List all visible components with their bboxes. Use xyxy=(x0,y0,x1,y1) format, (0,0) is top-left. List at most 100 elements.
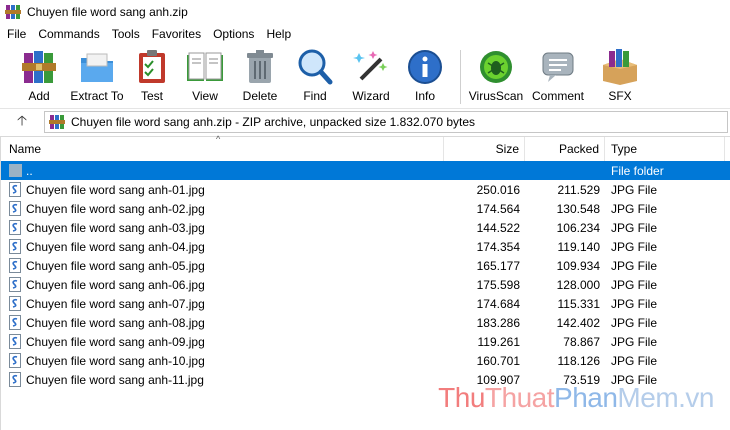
view-button[interactable]: View xyxy=(174,48,236,104)
find-icon xyxy=(296,48,334,86)
cell-name: .. xyxy=(1,161,444,180)
wizard-icon xyxy=(352,48,390,86)
table-row[interactable]: Chuyen file word sang anh-01.jpg 250.016 2… xyxy=(1,180,730,199)
cell-size: 119.261 xyxy=(477,334,521,349)
add-label: Add xyxy=(28,89,50,103)
menu-options[interactable]: Options xyxy=(207,27,260,41)
cell-packed: 115.331 xyxy=(557,296,601,311)
title-bar: Chuyen file word sang anh.zip xyxy=(0,0,730,24)
up-one-level-button[interactable]: 🡡 xyxy=(0,109,44,135)
menu-favorites[interactable]: Favorites xyxy=(146,27,207,41)
cell-size: 174.684 xyxy=(476,296,520,311)
file-name: .. xyxy=(26,163,33,178)
file-name: Chuyen file word sang anh-09.jpg xyxy=(26,334,205,349)
menu-help[interactable]: Help xyxy=(260,27,297,41)
path-field[interactable]: Chuyen file word sang anh.zip - ZIP arch… xyxy=(44,110,728,133)
wizard-button[interactable]: Wizard xyxy=(346,48,396,104)
cell-type: JPG File xyxy=(611,239,658,254)
table-row[interactable]: Chuyen file word sang anh-03.jpg 144.522 1… xyxy=(1,218,730,237)
test-label: Test xyxy=(140,89,163,103)
cell-packed: 142.402 xyxy=(556,315,600,330)
table-row[interactable]: Chuyen file word sang anh-06.jpg 175.598 1… xyxy=(1,275,730,294)
delete-button[interactable]: Delete xyxy=(236,48,284,104)
cell-type: JPG File xyxy=(611,296,658,311)
table-row[interactable]: Chuyen file word sang anh-09.jpg 119.261 7… xyxy=(1,332,730,351)
cell-name: Chuyen file word sang anh-08.jpg xyxy=(1,313,444,332)
file-name: Chuyen file word sang anh-05.jpg xyxy=(26,258,205,273)
table-row[interactable]: Chuyen file word sang anh-07.jpg 174.684 1… xyxy=(1,294,730,313)
jpg-file-icon xyxy=(9,372,21,387)
parent-folder-row[interactable]: .. File folder xyxy=(1,161,730,180)
jpg-file-icon xyxy=(9,277,21,292)
cell-size: 144.522 xyxy=(476,220,520,235)
cell-packed: 109.934 xyxy=(556,258,600,273)
table-row[interactable]: Chuyen file word sang anh-02.jpg 174.564 1… xyxy=(1,199,730,218)
add-icon xyxy=(20,48,58,86)
column-header-packed[interactable]: Packed xyxy=(525,137,605,161)
cell-packed xyxy=(525,161,605,180)
cell-type: JPG File xyxy=(611,315,658,330)
file-name: Chuyen file word sang anh-01.jpg xyxy=(26,182,205,197)
cell-type: JPG File xyxy=(611,353,658,368)
menu-file[interactable]: File xyxy=(0,27,32,41)
toolbar-separator xyxy=(460,50,461,104)
delete-label: Delete xyxy=(242,89,278,103)
jpg-file-icon xyxy=(9,296,21,311)
cell-name: Chuyen file word sang anh-05.jpg xyxy=(1,256,444,275)
parent-folder-icon xyxy=(9,164,22,177)
delete-icon xyxy=(241,48,279,86)
cell-packed: 211.529 xyxy=(557,182,601,197)
menu-tools[interactable]: Tools xyxy=(106,27,146,41)
test-icon xyxy=(133,48,171,86)
test-button[interactable]: Test xyxy=(130,48,174,104)
jpg-file-icon xyxy=(9,182,21,197)
wizard-label: Wizard xyxy=(352,89,390,103)
info-button[interactable]: Info xyxy=(396,48,454,104)
file-name: Chuyen file word sang anh-10.jpg xyxy=(26,353,205,368)
info-icon xyxy=(406,48,444,86)
file-name: Chuyen file word sang anh-06.jpg xyxy=(26,277,205,292)
view-icon xyxy=(186,48,224,86)
cell-type: JPG File xyxy=(611,277,658,292)
virusscan-button[interactable]: VirusScan xyxy=(467,48,525,104)
info-label: Info xyxy=(414,89,435,103)
cell-name: Chuyen file word sang anh-01.jpg xyxy=(1,180,444,199)
comment-button[interactable]: Comment xyxy=(525,48,591,104)
winrar-app-icon xyxy=(5,5,21,19)
watermark: ThuThuatPhanMem.vn xyxy=(438,382,714,413)
column-header-row: ^ Name Size Packed Type xyxy=(1,134,730,161)
cell-name: Chuyen file word sang anh-11.jpg xyxy=(1,370,444,389)
cell-size: 174.354 xyxy=(476,239,520,254)
cell-name: Chuyen file word sang anh-03.jpg xyxy=(1,218,444,237)
extract-to-label: Extract To xyxy=(70,89,124,103)
table-row[interactable]: Chuyen file word sang anh-10.jpg 160.701 1… xyxy=(1,351,730,370)
file-name: Chuyen file word sang anh-08.jpg xyxy=(26,315,205,330)
column-header-type[interactable]: Type xyxy=(605,137,725,161)
column-header-size[interactable]: Size xyxy=(444,137,525,161)
jpg-file-icon xyxy=(9,258,21,273)
window-title: Chuyen file word sang anh.zip xyxy=(27,5,188,19)
virusscan-label: VirusScan xyxy=(468,89,524,103)
table-row[interactable]: Chuyen file word sang anh-04.jpg 174.354 1… xyxy=(1,237,730,256)
jpg-file-icon xyxy=(9,239,21,254)
table-row[interactable]: Chuyen file word sang anh-05.jpg 165.177 1… xyxy=(1,256,730,275)
cell-packed: 106.234 xyxy=(556,220,600,235)
jpg-file-icon xyxy=(9,334,21,349)
find-button[interactable]: Find xyxy=(284,48,346,104)
cell-type: JPG File xyxy=(611,182,658,197)
file-name: Chuyen file word sang anh-03.jpg xyxy=(26,220,205,235)
add-button[interactable]: Add xyxy=(14,48,64,104)
extract-to-button[interactable]: Extract To xyxy=(64,48,130,104)
jpg-file-icon xyxy=(9,201,21,216)
sfx-button[interactable]: SFX xyxy=(591,48,649,104)
path-text: Chuyen file word sang anh.zip - ZIP arch… xyxy=(71,114,476,129)
menu-commands[interactable]: Commands xyxy=(32,27,105,41)
sfx-icon xyxy=(601,48,639,86)
table-row[interactable]: Chuyen file word sang anh-08.jpg 183.286 1… xyxy=(1,313,730,332)
column-header-name[interactable]: Name xyxy=(1,137,444,161)
zip-archive-icon xyxy=(49,114,65,129)
cell-type: JPG File xyxy=(611,220,658,235)
menu-bar: File Commands Tools Favorites Options He… xyxy=(0,24,730,44)
cell-name: Chuyen file word sang anh-06.jpg xyxy=(1,275,444,294)
cell-type: JPG File xyxy=(611,334,658,349)
